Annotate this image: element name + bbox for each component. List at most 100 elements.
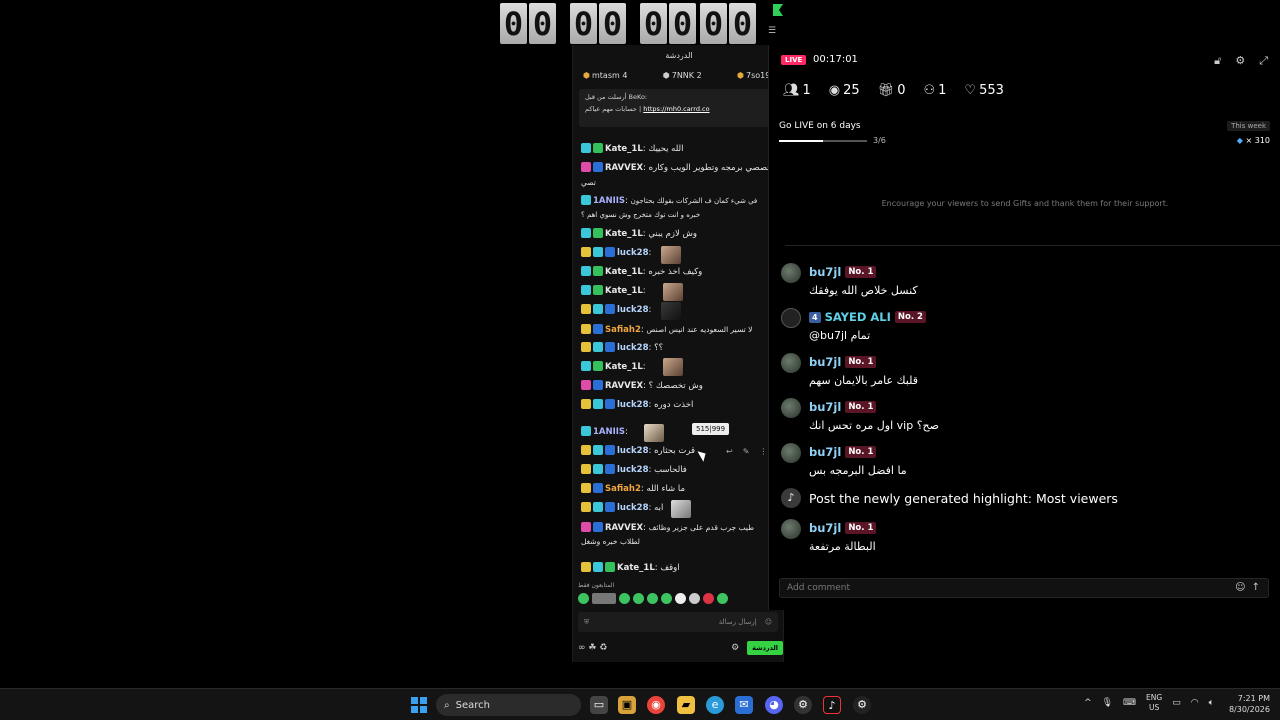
chat-message[interactable]: Safiah2: لا تسير السعوديه عند انيس اصنص bbox=[581, 323, 771, 337]
pinned-link[interactable]: https://mh0.carrd.co bbox=[643, 105, 709, 113]
comment-username[interactable]: 4 SAYED ALI No. 2 bbox=[809, 310, 926, 324]
chat-username[interactable]: Safiah2 bbox=[605, 484, 641, 494]
comment-username[interactable]: bu7jl No. 1 bbox=[809, 521, 877, 535]
avatar[interactable] bbox=[781, 263, 801, 283]
image-thumbnail[interactable] bbox=[644, 424, 664, 442]
flag-icon[interactable] bbox=[773, 4, 783, 16]
footer-icons[interactable]: ∞ ☘ ♻ bbox=[578, 643, 607, 653]
emote[interactable] bbox=[592, 593, 616, 604]
windows-start-icon[interactable] bbox=[411, 697, 427, 713]
emoji-icon[interactable]: ☺ bbox=[765, 618, 772, 626]
chat-message[interactable]: Kate_1L: وكيف اخذ خبره bbox=[581, 266, 771, 279]
chat-username[interactable]: Kate_1L bbox=[605, 144, 643, 154]
reply-icon[interactable]: ↩ bbox=[726, 447, 733, 456]
sliders-icon[interactable]: ☰ bbox=[768, 26, 782, 36]
chat-message[interactable]: 1ANIIS: bbox=[581, 426, 771, 439]
comment-username[interactable]: bu7jl No. 1 bbox=[809, 355, 877, 369]
chat-message[interactable]: luck28: فالحاسب bbox=[581, 464, 771, 477]
microphone-icon[interactable]: 🎙︎ bbox=[1102, 698, 1113, 708]
emote[interactable] bbox=[703, 593, 714, 604]
chat-message[interactable]: Kate_1L: وش لازم يبني bbox=[581, 228, 771, 241]
emote[interactable] bbox=[661, 593, 672, 604]
shield-icon[interactable]: ⛨ bbox=[584, 618, 589, 627]
chat-username[interactable]: luck28 bbox=[617, 400, 649, 410]
emote[interactable] bbox=[717, 593, 728, 604]
chat-username[interactable]: 1ANIIS bbox=[593, 196, 625, 206]
image-thumbnail[interactable] bbox=[671, 500, 691, 518]
chat-username[interactable]: luck28 bbox=[617, 343, 649, 353]
top-gifter[interactable]: ⬢ mtasm 4 bbox=[583, 71, 627, 80]
emote[interactable] bbox=[619, 593, 630, 604]
chat-message[interactable]: RAVVEX: طيب جرب قدم على جزير وظائف bbox=[581, 521, 771, 535]
image-thumbnail[interactable] bbox=[663, 358, 683, 376]
image-thumbnail[interactable] bbox=[661, 246, 681, 264]
chat-username[interactable]: Kate_1L bbox=[605, 229, 643, 239]
image-thumbnail[interactable] bbox=[663, 283, 683, 301]
emote[interactable] bbox=[578, 593, 589, 604]
comment-username[interactable]: bu7jl No. 1 bbox=[809, 445, 877, 459]
chat-message[interactable]: luck28: اخذت دوره bbox=[581, 399, 771, 412]
chat-username[interactable]: RAVVEX bbox=[605, 523, 643, 533]
language-indicator[interactable]: ENG US bbox=[1146, 693, 1162, 713]
chat-message[interactable]: luck28: ؟؟ bbox=[581, 342, 771, 355]
chat-message[interactable]: RAVVEX: انا تخصصي برمجه وتطوير الويب وكا… bbox=[581, 162, 785, 175]
fullscreen-icon[interactable]: ⤢ bbox=[1259, 54, 1268, 68]
comment-username[interactable]: bu7jl No. 1 bbox=[809, 400, 877, 414]
chat-username[interactable]: luck28 bbox=[617, 465, 649, 475]
chat-username[interactable]: luck28 bbox=[617, 305, 649, 315]
discord-icon[interactable]: ◕ bbox=[765, 696, 783, 714]
keyboard-icon[interactable]: ⌨ bbox=[1123, 698, 1136, 708]
emoji-icon[interactable]: ☺ bbox=[1235, 582, 1245, 593]
task-view-icon[interactable]: ▭ bbox=[590, 696, 608, 714]
chat-username[interactable]: Kate_1L bbox=[605, 362, 643, 372]
emote[interactable] bbox=[633, 593, 644, 604]
folder-icon[interactable]: ▰ bbox=[677, 696, 695, 714]
chat-message[interactable]: Safiah2: ما شاء الله bbox=[581, 483, 771, 496]
delete-icon[interactable]: ⋮ bbox=[759, 447, 767, 456]
emote[interactable] bbox=[689, 593, 700, 604]
chat-message[interactable]: 1ANIIS: في شيء كمان ف الشركات بقولك بحتا… bbox=[581, 195, 771, 208]
store-icon[interactable]: ▣ bbox=[618, 696, 636, 714]
comment-username[interactable]: bu7jl No. 1 bbox=[809, 265, 877, 279]
chat-username[interactable]: RAVVEX bbox=[605, 163, 643, 173]
top-gifter[interactable]: ⬢ 7NNK 2 bbox=[663, 71, 702, 80]
mail-icon[interactable]: ✉ bbox=[735, 696, 753, 714]
lock-icon[interactable]: 🔓︎ bbox=[1214, 54, 1221, 68]
tiktok-icon[interactable]: ♪ bbox=[823, 696, 841, 714]
chat-username[interactable]: Kate_1L bbox=[605, 267, 643, 277]
chat-username[interactable]: luck28 bbox=[617, 446, 649, 456]
chat-username[interactable]: luck28 bbox=[617, 248, 649, 258]
avatar[interactable] bbox=[781, 519, 801, 539]
send-chat-button[interactable]: الدردشة bbox=[747, 641, 783, 655]
gear-icon[interactable]: ⚙ bbox=[1235, 54, 1245, 68]
volume-icon[interactable]: 🔈︎ bbox=[1209, 698, 1214, 708]
chat-message[interactable]: Kate_1L: الله يحييك bbox=[581, 143, 771, 156]
chat-username[interactable]: Kate_1L bbox=[617, 563, 655, 573]
avatar[interactable] bbox=[781, 353, 801, 373]
system-message[interactable]: Post the newly generated highlight: Most… bbox=[809, 491, 1118, 506]
chat-username[interactable]: luck28 bbox=[617, 503, 649, 513]
gear-icon[interactable]: ⚙ bbox=[731, 643, 739, 653]
app-icon[interactable]: ⚙ bbox=[794, 696, 812, 714]
chat-username[interactable]: Safiah2 bbox=[605, 325, 641, 335]
send-icon[interactable]: ↑ bbox=[1252, 582, 1260, 593]
chevron-up-icon[interactable]: ^ bbox=[1084, 698, 1092, 708]
chat-message[interactable]: Kate_1L: اوقف bbox=[581, 562, 771, 575]
avatar[interactable] bbox=[781, 443, 801, 463]
clock[interactable]: 7:21 PM 8/30/2026 bbox=[1229, 693, 1270, 715]
edge-icon[interactable]: e bbox=[706, 696, 724, 714]
emote[interactable] bbox=[647, 593, 658, 604]
chat-username[interactable]: Kate_1L bbox=[605, 286, 643, 296]
chat-username[interactable]: RAVVEX bbox=[605, 381, 643, 391]
image-thumbnail[interactable] bbox=[661, 302, 681, 320]
wifi-icon[interactable]: ◠ bbox=[1191, 698, 1199, 708]
pin-icon[interactable]: ✎ bbox=[743, 447, 750, 456]
chat-message[interactable]: RAVVEX: وش تخصصك ؟ bbox=[581, 380, 771, 393]
avatar[interactable] bbox=[781, 398, 801, 418]
avatar[interactable] bbox=[781, 308, 801, 328]
display-icon[interactable]: ▭ bbox=[1172, 698, 1181, 708]
taskbar-search[interactable]: ⌕ Search bbox=[436, 694, 581, 716]
chat-username[interactable]: 1ANIIS bbox=[593, 427, 625, 437]
chrome-icon[interactable]: ◉ bbox=[647, 696, 665, 714]
chat-input[interactable]: ⛨ إرسال رسالة ☺ bbox=[578, 612, 778, 632]
